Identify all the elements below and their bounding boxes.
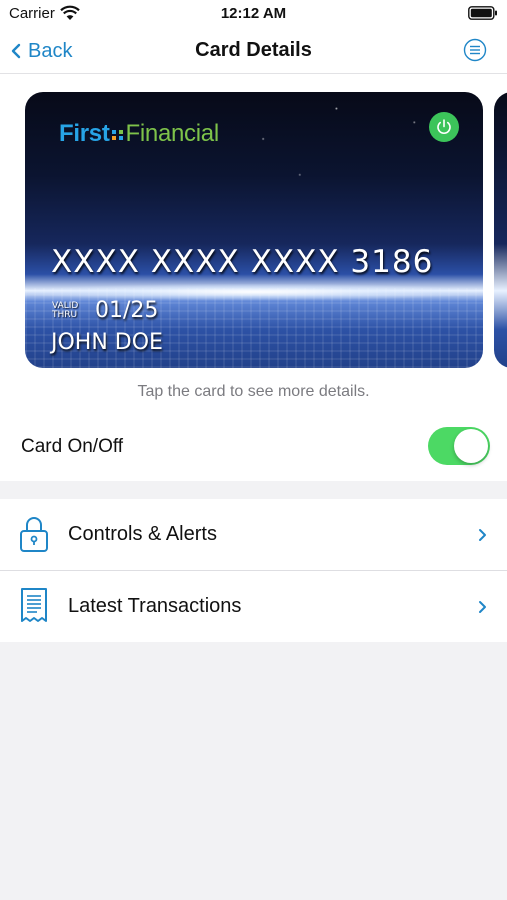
card-section: First Financial XXXX XXXX XXXX 3186 VALI…: [0, 74, 507, 481]
card-toggle-row: Card On/Off: [0, 414, 507, 480]
card-toggle-label: Card On/Off: [21, 436, 124, 457]
next-card-peek[interactable]: [494, 92, 507, 368]
card-power-button[interactable]: [429, 112, 459, 142]
brand-financial: Financial: [125, 120, 220, 147]
menu-item-controls-alerts[interactable]: Controls & Alerts: [0, 499, 507, 570]
brand-logo: First Financial: [59, 120, 219, 148]
menu-item-label: Controls & Alerts: [68, 523, 217, 545]
card-hint: Tap the card to see more details.: [137, 383, 370, 400]
brand-dots-icon: [111, 129, 123, 140]
power-icon: [437, 119, 451, 134]
toggle-knob: [454, 429, 488, 463]
nav-bar: Back Card Details: [0, 28, 507, 74]
thru-label: THRU: [52, 310, 78, 320]
brand-first: First: [59, 120, 110, 147]
menu-icon[interactable]: [463, 38, 487, 62]
status-time: 12:12 AM: [220, 5, 287, 22]
menu-list: Controls & Alerts Latest Transactions: [0, 499, 507, 642]
menu-item-label: Latest Transactions: [68, 595, 242, 617]
page-title: Card Details: [195, 39, 312, 61]
lock-icon: [20, 517, 48, 552]
card-number: XXXX XXXX XXXX 3186: [51, 244, 434, 280]
chevron-right-icon: [479, 529, 486, 541]
receipt-icon: [21, 588, 47, 622]
card-on-off-toggle[interactable]: [428, 427, 490, 465]
credit-card[interactable]: First Financial XXXX XXXX XXXX 3186 VALI…: [25, 92, 483, 368]
card-holder-name: JOHN DOE: [51, 330, 163, 355]
battery-icon: [468, 6, 497, 20]
status-bar: Carrier 12:12 AM: [0, 0, 507, 28]
menu-item-latest-transactions[interactable]: Latest Transactions: [0, 570, 507, 642]
chevron-right-icon: [479, 601, 486, 613]
card-grid-floor: [25, 288, 483, 368]
card-expiry: 01/25: [95, 298, 159, 323]
valid-thru-label: VALID THRU: [52, 302, 78, 320]
